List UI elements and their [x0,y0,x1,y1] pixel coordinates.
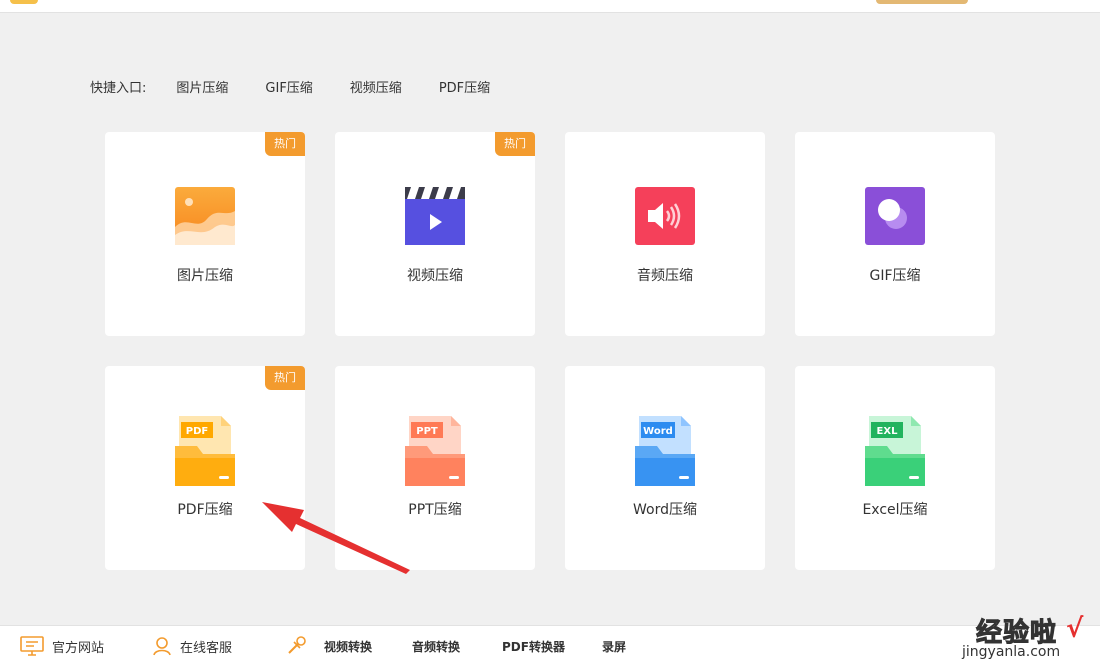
quick-entry-bar: 快捷入口: 图片压缩 GIF压缩 视频压缩 PDF压缩 [90,76,527,96]
video-icon [405,187,465,245]
audio-icon [635,187,695,245]
video-convert-link[interactable]: 视频转换 [286,626,372,666]
monitor-icon [20,636,44,656]
excel-tag: EXL [877,426,899,437]
card-label: 视频压缩 [407,268,463,284]
card-excel-compress[interactable]: EXL Excel压缩 [795,366,995,570]
hot-badge: 热门 [265,366,305,390]
card-label: GIF压缩 [869,268,921,284]
word-tag: Word [643,426,673,437]
pdf-folder-icon: PDF [175,416,235,486]
bottom-bar: 官方网站 在线客服 视频转换 音频转换 PDF转换器 录屏 [0,625,1100,666]
check-icon: √ [1066,614,1084,644]
image-icon [175,187,235,245]
user-service-icon [153,637,171,656]
app-logo [10,0,38,4]
website-label: 官方网站 [52,640,105,656]
card-audio-compress[interactable]: 音频压缩 [565,132,765,336]
quick-link-pdf[interactable]: PDF压缩 [439,77,490,96]
service-label: 在线客服 [180,640,233,656]
pdf-converter-link[interactable]: PDF转换器 [502,626,565,666]
watermark-sub: jingyanla.com [962,644,1061,660]
card-image-compress[interactable]: 热门 图片压缩 [105,132,305,336]
service-link[interactable]: 在线客服 [152,626,232,666]
card-video-compress[interactable]: 热门 视频压缩 [335,132,535,336]
word-folder-icon: Word [635,416,695,486]
pdf-tag: PDF [186,426,208,437]
card-label: 音频压缩 [637,268,693,284]
tools-icon [288,636,306,654]
card-word-compress[interactable]: Word Word压缩 [565,366,765,570]
card-label: Excel压缩 [862,502,928,518]
top-action-button[interactable] [876,0,968,4]
hot-badge: 热门 [265,132,305,156]
quick-link-video[interactable]: 视频压缩 [350,77,402,96]
ppt-tag: PPT [416,426,438,437]
annotation-arrow [262,502,410,574]
gif-icon [865,187,925,245]
website-link[interactable]: 官方网站 [20,626,104,666]
record-link[interactable]: 录屏 [602,626,626,666]
card-label: Word压缩 [633,502,697,518]
quick-link-image[interactable]: 图片压缩 [176,77,228,96]
excel-folder-icon: EXL [865,416,925,486]
quick-entry-label: 快捷入口: [90,80,147,96]
video-convert-label: 视频转换 [324,639,373,654]
ppt-folder-icon: PPT [405,416,465,486]
quick-link-gif[interactable]: GIF压缩 [265,77,312,96]
hot-badge: 热门 [495,132,535,156]
audio-convert-link[interactable]: 音频转换 [412,626,460,666]
card-label: 图片压缩 [177,268,233,284]
watermark: 经验啦 √ jingyanla.com [958,612,1098,664]
card-gif-compress[interactable]: GIF压缩 [795,132,995,336]
top-bar [0,0,1100,13]
